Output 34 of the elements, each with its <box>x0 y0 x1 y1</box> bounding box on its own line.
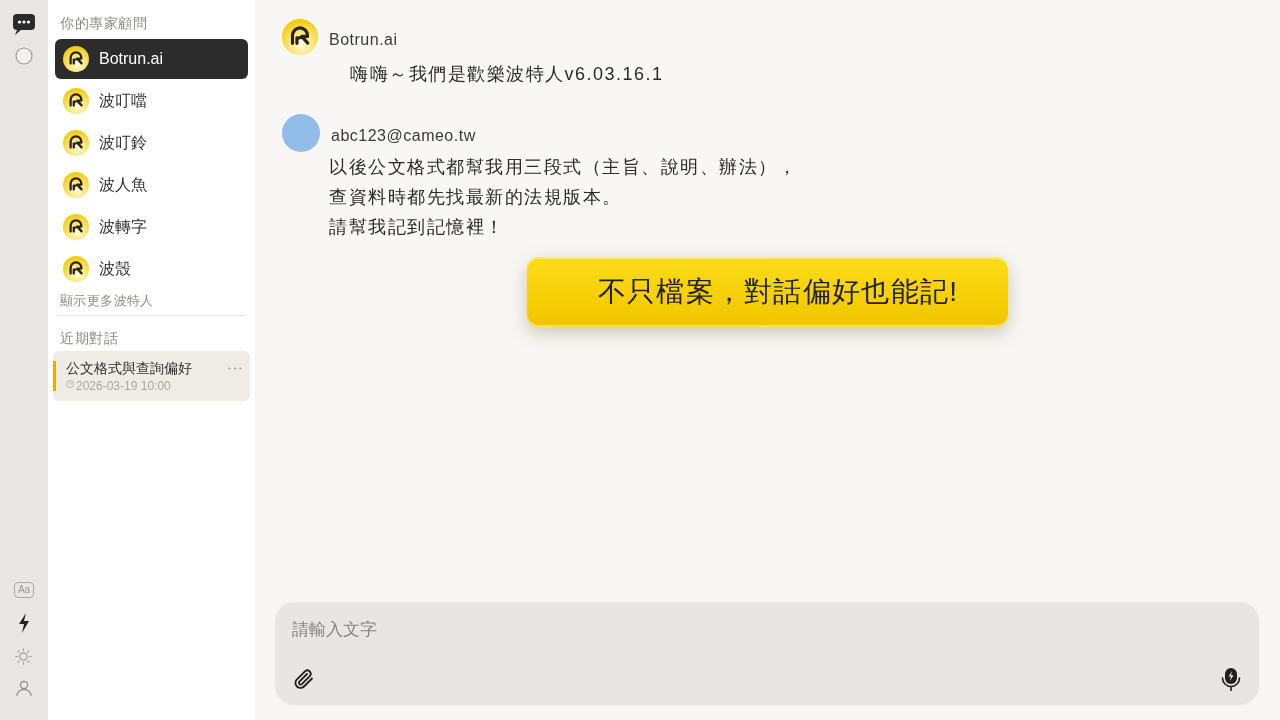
expert-item[interactable]: 波轉字 <box>55 207 248 247</box>
bot-avatar-icon <box>282 19 318 55</box>
bot-avatar-icon <box>63 256 89 282</box>
section-heading: 近期對話 <box>60 329 119 348</box>
bot-avatar-icon <box>63 172 89 198</box>
sender-name: Botrun.ai <box>329 31 398 49</box>
message-text: 以後公文格式都幫我用三段式（主旨、說明、辦法）， <box>329 156 797 179</box>
section-heading: 你的專家顧問 <box>60 14 148 33</box>
expert-item[interactable]: 波叮鈴 <box>55 123 248 163</box>
microphone-icon[interactable] <box>1221 667 1241 691</box>
expert-item[interactable]: 波殼 <box>55 249 248 289</box>
expert-item[interactable]: Botrun.ai <box>55 39 248 79</box>
sender-name: abc123@cameo.tw <box>331 127 476 145</box>
show-more-link[interactable]: 顯示更多波特人 <box>60 291 154 311</box>
expert-item[interactable]: 波人魚 <box>55 165 248 205</box>
conversation-item[interactable]: 公文格式與查詢偏好 2026-03-19 10:00 <box>53 351 250 401</box>
bot-avatar-icon <box>63 214 89 240</box>
bot-avatar-icon <box>63 46 89 72</box>
expert-item[interactable]: 波叮噹 <box>55 81 248 121</box>
conversation-title: 公文格式與查詢偏好 <box>66 359 192 378</box>
message-text: 查資料時都先找最新的法規版本。 <box>329 186 622 209</box>
message-text: 請幫我記到記憶裡！ <box>329 216 505 239</box>
clock-icon <box>66 379 74 388</box>
paperclip-icon[interactable] <box>292 667 316 691</box>
bot-avatar-icon <box>63 130 89 156</box>
message-text: 嗨嗨～我們是歡樂波特人v6.03.16.1 <box>350 63 664 86</box>
bot-avatar-icon <box>63 88 89 114</box>
chat-icon[interactable] <box>12 13 36 36</box>
user-icon[interactable] <box>16 680 32 696</box>
conversation-time: 2026-03-19 10:00 <box>76 378 171 394</box>
lightning-bolt-icon[interactable] <box>18 613 30 633</box>
promo-caption-banner: 不只檔案，對話偏好也能記! <box>526 257 1009 327</box>
message-input[interactable]: 請輸入文字 <box>292 618 1241 642</box>
user-avatar-icon <box>282 114 320 152</box>
